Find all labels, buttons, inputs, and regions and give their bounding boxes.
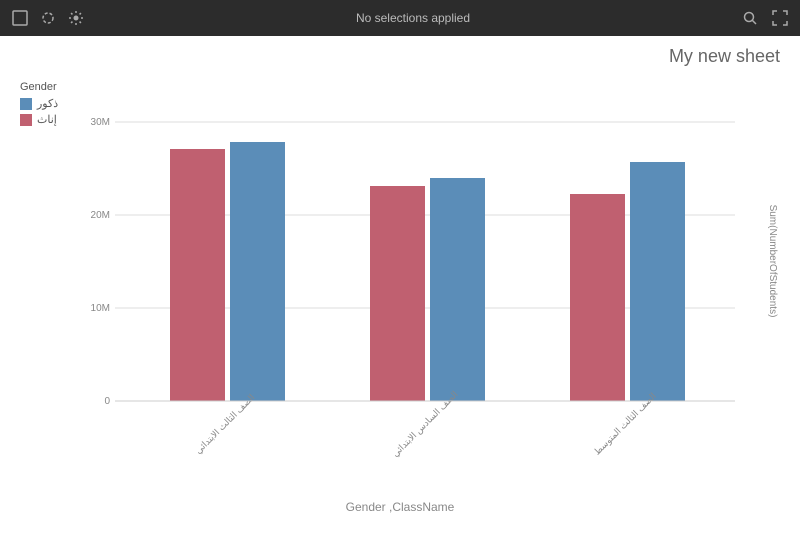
legend-item-female: إناث [20, 113, 58, 126]
svg-text:الصف الثالث الابتدائي: الصف الثالث الابتدائي [193, 392, 256, 455]
legend-item-male: ذكور [20, 97, 58, 110]
settings-icon[interactable] [66, 8, 86, 28]
bar-group2-female [370, 186, 425, 401]
legend-color-female [20, 114, 32, 126]
svg-text:Sum(NumberOfStudents): Sum(NumberOfStudents) [767, 205, 778, 318]
legend-label-female: إناث [37, 113, 57, 126]
toolbar-right [740, 8, 790, 28]
legend-title: Gender [20, 81, 58, 93]
search-icon[interactable] [740, 8, 760, 28]
select-icon-1[interactable] [10, 8, 30, 28]
svg-text:10M: 10M [91, 303, 110, 314]
svg-text:20M: 20M [91, 210, 110, 221]
selection-status: No selections applied [94, 11, 732, 25]
bar-chart-svg: 0 10M 20M 30M Sum(NumberOfStudents) الصف… [75, 81, 795, 461]
sheet-title: My new sheet [669, 46, 780, 67]
chart-container: Gender ذكور إناث 0 10M 20M 30M [20, 81, 780, 484]
toolbar: No selections applied [0, 0, 800, 36]
bar-group2-male [430, 178, 485, 401]
bar-group1-male [230, 142, 285, 401]
legend-color-male [20, 98, 32, 110]
svg-text:0: 0 [104, 396, 110, 407]
bar-group3-male [630, 162, 685, 401]
bar-group3-female [570, 194, 625, 401]
fullscreen-icon[interactable] [770, 8, 790, 28]
lasso-icon[interactable] [38, 8, 58, 28]
chart-legend: Gender ذكور إناث [20, 81, 58, 129]
x-axis-label: Gender ,ClassName [346, 500, 455, 514]
svg-text:30M: 30M [91, 117, 110, 128]
main-content: My new sheet Gender ذكور إناث [0, 36, 800, 534]
bar-group1-female [170, 149, 225, 401]
legend-label-male: ذكور [37, 97, 58, 110]
